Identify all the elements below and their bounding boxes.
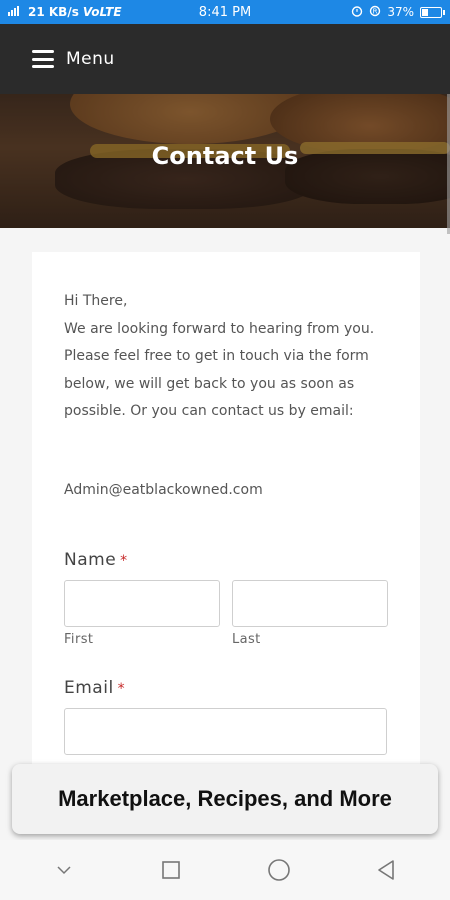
svg-text:R: R <box>373 7 378 15</box>
hamburger-menu-icon[interactable] <box>32 50 54 68</box>
intro-text: Hi There, We are looking forward to hear… <box>64 288 394 426</box>
first-name-sublabel: First <box>64 632 94 647</box>
intro-body: We are looking forward to hearing from y… <box>64 320 375 420</box>
menu-button-label[interactable]: Menu <box>66 49 115 69</box>
name-field-label: Name * <box>64 550 128 570</box>
required-marker: * <box>117 681 126 697</box>
greeting: Hi There, <box>64 293 128 309</box>
home-icon[interactable] <box>259 850 299 890</box>
promo-text: Marketplace, Recipes, and More <box>58 786 392 811</box>
last-name-input[interactable] <box>232 580 388 627</box>
sync-icon: R <box>369 5 381 20</box>
email-input[interactable] <box>64 708 387 755</box>
site-header: Menu <box>0 24 450 94</box>
battery-level <box>422 8 429 16</box>
promo-banner[interactable]: Marketplace, Recipes, and More <box>12 764 438 834</box>
recent-apps-icon[interactable] <box>151 850 191 890</box>
back-icon[interactable] <box>366 850 406 890</box>
last-name-sublabel: Last <box>232 632 261 647</box>
hero-banner: Contact Us <box>0 94 450 228</box>
required-marker: * <box>120 553 128 569</box>
first-name-input[interactable] <box>64 580 220 627</box>
contact-email[interactable]: Admin@eatblackowned.com <box>64 482 263 498</box>
data-speed: 21 KB/s <box>28 5 79 19</box>
battery-icon <box>420 6 445 18</box>
signal-icon <box>8 5 24 19</box>
contact-card: Hi There, We are looking forward to hear… <box>32 252 420 772</box>
page-title: Contact Us <box>151 142 299 170</box>
chevron-down-icon[interactable] <box>44 850 84 890</box>
network-type: VoLTE <box>82 5 122 19</box>
alarm-icon <box>351 5 363 20</box>
battery-percent: 37% <box>387 5 414 19</box>
email-field-label: Email * <box>64 678 126 698</box>
system-nav-bar <box>0 840 450 900</box>
status-bar: 21 KB/s VoLTE 8:41 PM R 37% <box>0 0 450 24</box>
